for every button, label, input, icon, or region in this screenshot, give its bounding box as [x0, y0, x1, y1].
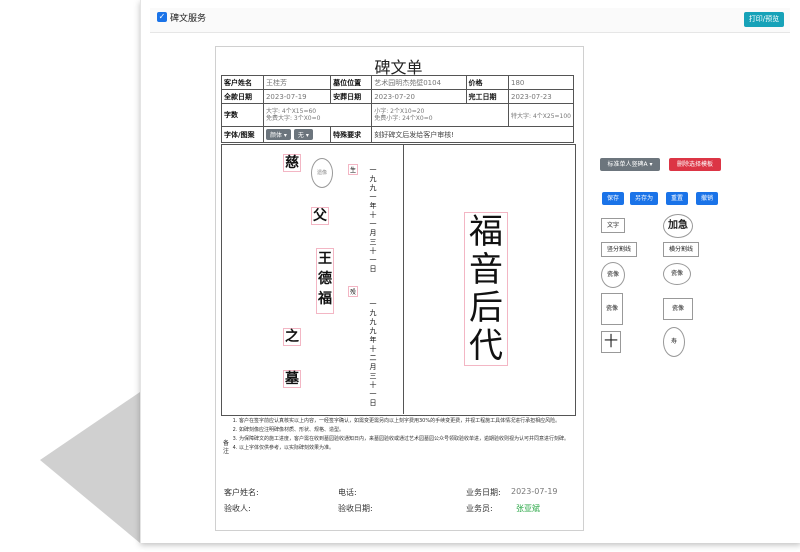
- info-table: 客户姓名 王桂芳 墓位位置 艺术园明杰苑壁0104 价格 180 全款日期 20…: [221, 75, 574, 143]
- font-select[interactable]: 颜体 ▾: [265, 129, 291, 140]
- label-font-pattern: 字体/图案: [221, 126, 264, 143]
- horizontal-divider-tool[interactable]: 横分割线: [663, 242, 699, 257]
- value-location[interactable]: 艺术园明杰苑壁0104: [371, 75, 467, 90]
- tag-death[interactable]: 殁: [348, 286, 359, 297]
- label-location: 墓位位置: [330, 75, 373, 90]
- big-char-1: 福: [469, 212, 503, 252]
- label-char-count: 字数: [221, 103, 264, 127]
- value-customer[interactable]: 王桂芳: [262, 75, 332, 90]
- char-zhi[interactable]: 之: [283, 328, 301, 346]
- big-char-2: 音: [469, 250, 503, 290]
- note-item: 为保障碑文的施工进度，客户需在收到墓园验收通知日内，来墓园验收或通过艺术园墓园公…: [239, 436, 584, 443]
- vertical-divider-tool[interactable]: 竖分割线: [601, 242, 637, 257]
- note-item: 以上字体仅供参考，以实际碑刻效果为准。: [239, 445, 584, 452]
- label-complete-date: 完工日期: [465, 89, 510, 104]
- char-fu2: 福: [318, 291, 332, 307]
- inscription-service-label: 碑文服务: [170, 14, 207, 24]
- salesman-label: 业务员:: [466, 504, 493, 513]
- birth-date-vertical[interactable]: 一九九一年十一月三十一日: [368, 166, 378, 274]
- notes-mark: 备注: [223, 440, 230, 455]
- char-fu[interactable]: 父: [311, 207, 329, 225]
- tag-birth[interactable]: 生: [348, 164, 359, 175]
- label-price: 价格: [465, 75, 510, 90]
- free-big-char-count: 免费大字: 3个X0=0: [265, 115, 321, 122]
- add-text-tool[interactable]: 文字: [601, 218, 625, 233]
- inscription-service-checkbox[interactable]: ✓: [157, 12, 167, 22]
- salesman-value: 张亚斌: [516, 504, 540, 513]
- label-deposit-date: 全款日期: [221, 89, 264, 104]
- undo-button[interactable]: 撤销: [696, 192, 718, 205]
- phone-label: 电话:: [338, 488, 357, 497]
- big-inscription[interactable]: 福 音 后 代: [464, 212, 508, 366]
- extra-big-char-count: 特大字: 4个X25=100: [508, 103, 574, 127]
- notes-section: 备注 客户在签字前应认真核实以上内容，一经签字确认，如需变更需另向以上刻字费用3…: [221, 418, 574, 480]
- label-special-request: 特殊要求: [330, 126, 373, 143]
- business-date-value: 2023-07-19: [511, 487, 558, 496]
- print-preview-button[interactable]: 打印/预览: [744, 12, 784, 27]
- value-special-request[interactable]: 刻好碑文后发给客户审核!: [371, 126, 574, 143]
- big-char-4: 代: [469, 326, 503, 366]
- death-date-vertical[interactable]: 一九九九年十二月三十一日: [368, 300, 378, 408]
- value-complete-date[interactable]: 2023-07-23: [508, 89, 574, 104]
- free-small-char-count: 免费小字: 24个X0=0: [374, 115, 433, 122]
- reset-button[interactable]: 重置: [666, 192, 688, 205]
- big-char-count: 大字: 4个X15=60: [265, 108, 317, 115]
- save-button[interactable]: 保存: [602, 192, 624, 205]
- label-customer: 客户姓名: [221, 75, 264, 90]
- char-de: 德: [318, 271, 332, 287]
- portrait-ellipse-tool[interactable]: 瓷像: [663, 263, 691, 285]
- value-deposit-date[interactable]: 2023-07-19: [262, 89, 332, 104]
- customer-sign-label: 客户姓名:: [224, 488, 259, 497]
- portrait-rect-wide-tool[interactable]: 瓷像: [663, 298, 693, 320]
- top-bar: [150, 8, 790, 33]
- portrait-oval-tool[interactable]: 瓷像: [601, 262, 625, 288]
- tablet-divider: [403, 144, 404, 414]
- longevity-symbol-tool[interactable]: 寿: [663, 327, 685, 357]
- pattern-select[interactable]: 无 ▾: [293, 129, 313, 140]
- tablet-layout: [221, 144, 576, 416]
- inspector-label: 验收人:: [224, 504, 251, 513]
- small-char-count: 小字: 2个X10=20: [374, 108, 425, 115]
- cross-symbol-tool[interactable]: 十: [601, 331, 621, 353]
- value-burial-date[interactable]: 2023-07-20: [371, 89, 467, 104]
- label-burial-date: 安葬日期: [330, 89, 373, 104]
- delete-template-button[interactable]: 删除选择模板: [669, 158, 721, 171]
- urgent-stamp-tool[interactable]: 加急: [663, 214, 693, 238]
- business-date-label: 业务日期:: [466, 488, 501, 497]
- char-ci[interactable]: 慈: [283, 154, 301, 172]
- char-wang: 王: [318, 251, 332, 267]
- char-name-block[interactable]: 王 德 福: [316, 248, 334, 314]
- portrait-rect-tall-tool[interactable]: 瓷像: [601, 293, 623, 325]
- save-as-button[interactable]: 另存为: [630, 192, 658, 205]
- value-price[interactable]: 180: [508, 75, 574, 90]
- small-portrait-circle[interactable]: 遗像: [311, 158, 333, 188]
- note-item: 客户在签字前应认真核实以上内容，一经签字确认，如需变更需另向以上刻字费用30%的…: [239, 418, 584, 425]
- template-select[interactable]: 标准单人竖碑A ▾: [600, 158, 660, 171]
- note-item: 如碑刻像应注明碑像材质、形状、规格、造型。: [239, 427, 584, 434]
- inspect-date-label: 验收日期:: [338, 504, 373, 513]
- big-char-3: 后: [469, 288, 503, 328]
- char-mu[interactable]: 墓: [283, 370, 301, 388]
